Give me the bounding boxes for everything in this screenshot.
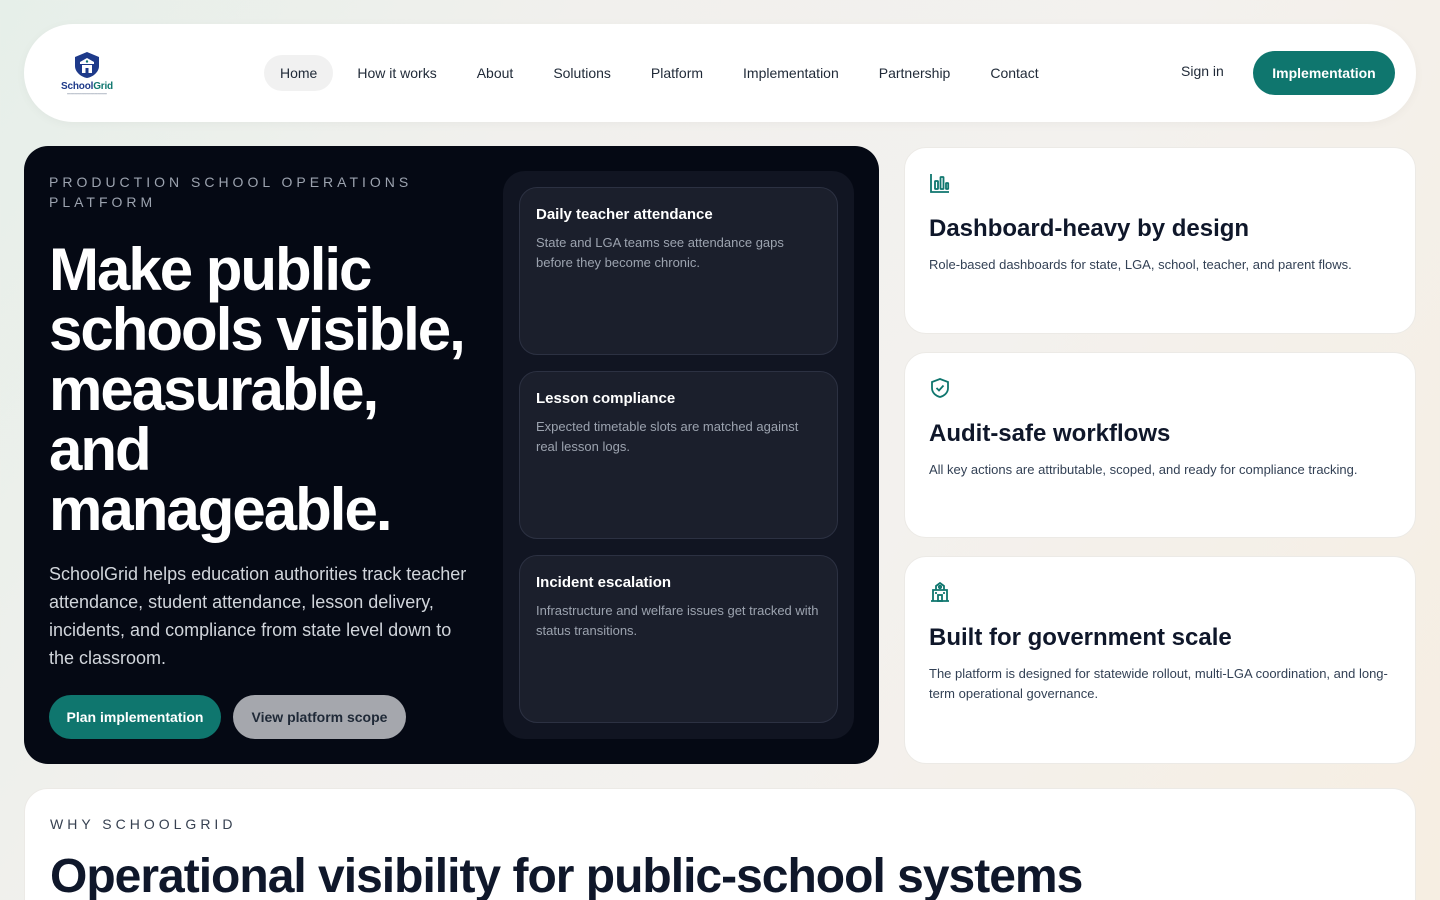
card-description: Expected timetable slots are matched aga… [536, 419, 799, 454]
card-description: State and LGA teams see attendance gaps … [536, 235, 784, 270]
feature-card-dashboard: Dashboard-heavy by design Role-based das… [904, 147, 1416, 334]
nav-links: Home How it works About Solutions Platfo… [264, 55, 1063, 91]
why-title: Operational visibility for public-school… [50, 850, 1083, 900]
logo-tagline: ━━━━━━━━━━━━━━━━━━━━━━ [67, 92, 107, 96]
feature-title: Audit-safe workflows [929, 420, 1171, 447]
feature-description: Role-based dashboards for state, LGA, sc… [929, 257, 1352, 272]
nav-link-contact[interactable]: Contact [974, 55, 1054, 91]
nav-link-platform[interactable]: Platform [635, 55, 719, 91]
bar-chart-icon [930, 174, 950, 193]
feature-description: The platform is designed for statewide r… [929, 666, 1388, 701]
card-title: Lesson compliance [536, 390, 676, 407]
why-section: WHY SCHOOLGRID Operational visibility fo… [24, 788, 1416, 900]
feature-card-government-scale: Built for government scale The platform … [904, 556, 1416, 764]
schoolgrid-logo[interactable]: SchoolGrid ━━━━━━━━━━━━━━━━━━━━━━ [44, 44, 130, 102]
nav-link-about[interactable]: About [461, 55, 530, 91]
shield-check-icon [931, 378, 949, 398]
card-title: Incident escalation [536, 574, 672, 591]
sign-in-link[interactable]: Sign in [1181, 63, 1224, 79]
card-title: Daily teacher attendance [536, 206, 713, 223]
logo-text: SchoolGrid [61, 81, 113, 92]
nav-link-home[interactable]: Home [264, 55, 334, 91]
hero-description: SchoolGrid helps education authorities t… [49, 564, 467, 668]
implementation-cta-button[interactable]: Implementation [1253, 51, 1395, 95]
feature-title: Built for government scale [929, 624, 1232, 651]
feature-card-audit: Audit-safe workflows All key actions are… [904, 352, 1416, 538]
nav-link-solutions[interactable]: Solutions [537, 55, 627, 91]
hero-section: PRODUCTION SCHOOL OPERATIONS PLATFORM Ma… [24, 146, 879, 764]
hero-feature-panel: Daily teacher attendance State and LGA t… [503, 171, 854, 739]
logo-mark-icon [75, 52, 99, 78]
view-platform-scope-button[interactable]: View platform scope [233, 695, 406, 739]
hero-headline: Make public schools visible, measurable,… [49, 236, 466, 543]
card-incident-escalation: Incident escalation Infrastructure and w… [519, 555, 838, 723]
nav-link-implementation[interactable]: Implementation [727, 55, 855, 91]
feature-title: Dashboard-heavy by design [929, 215, 1250, 242]
why-eyebrow: WHY SCHOOLGRID [50, 816, 237, 832]
nav-link-how-it-works[interactable]: How it works [341, 55, 452, 91]
card-lesson-compliance: Lesson compliance Expected timetable slo… [519, 371, 838, 539]
card-description: Infrastructure and welfare issues get tr… [536, 603, 819, 638]
feature-description: All key actions are attributable, scoped… [929, 462, 1358, 477]
plan-implementation-button[interactable]: Plan implementation [49, 695, 221, 739]
hero-eyebrow: PRODUCTION SCHOOL OPERATIONS PLATFORM [49, 174, 413, 210]
card-teacher-attendance: Daily teacher attendance State and LGA t… [519, 187, 838, 355]
nav-link-partnership[interactable]: Partnership [863, 55, 967, 91]
school-building-icon [931, 581, 949, 602]
